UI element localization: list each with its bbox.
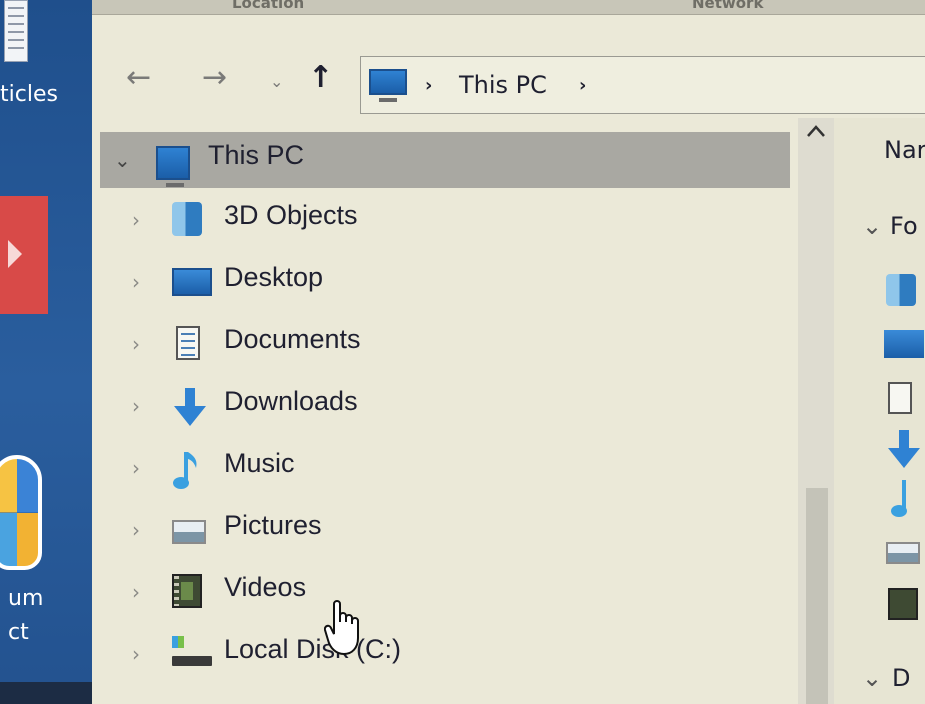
3d-objects-icon[interactable] [886, 274, 916, 306]
this-pc-icon [369, 69, 407, 102]
tree-item-music[interactable]: › Music [92, 440, 792, 496]
tree-item-label: Downloads [224, 386, 358, 416]
downloads-icon [174, 388, 206, 426]
shield-app-desktop-icon[interactable] [0, 455, 42, 570]
tree-item-label: 3D Objects [224, 200, 358, 230]
chevron-right-icon[interactable]: › [132, 580, 140, 604]
recent-locations-button[interactable]: ⌄ [270, 72, 283, 91]
tree-item-documents[interactable]: › Documents [92, 316, 792, 372]
tree-item-downloads[interactable]: › Downloads [92, 378, 792, 434]
chevron-right-icon[interactable]: › [132, 456, 140, 480]
up-button[interactable]: ↑ [308, 60, 333, 95]
tree-item-label: Documents [224, 324, 361, 354]
3d-objects-icon [172, 202, 202, 236]
devices-group-header[interactable]: D [892, 664, 910, 692]
tree-item-label: This PC [208, 140, 305, 170]
file-explorer-window: Location Network ← → ⌄ ↑ › This PC › ⌄ T… [92, 0, 925, 704]
taskbar-edge [0, 682, 92, 704]
ribbon-location-label[interactable]: Location [232, 0, 304, 12]
folders-group-header[interactable]: Fo [890, 212, 918, 240]
desktop-label-articles: ticles [0, 82, 58, 107]
desktop-background: ticles um ct [0, 0, 92, 704]
tree-item-label: Desktop [224, 262, 324, 292]
tree-item-desktop[interactable]: › Desktop [92, 254, 792, 310]
local-disk-icon [172, 636, 212, 666]
videos-icon [172, 574, 202, 608]
desktop-label-1: um [8, 586, 44, 611]
ribbon-network-label[interactable]: Network [692, 0, 763, 12]
music-icon[interactable] [890, 478, 920, 518]
desktop-folder-icon [172, 268, 212, 296]
name-column-header[interactable]: Nar [884, 136, 925, 164]
scroll-up-icon[interactable] [806, 124, 826, 138]
chevron-right-icon[interactable]: › [132, 394, 140, 418]
desktop-label-2: ct [8, 620, 29, 645]
tree-item-3d-objects[interactable]: › 3D Objects [92, 192, 792, 248]
tree-item-label: Music [224, 448, 295, 478]
chevron-right-icon[interactable]: › [132, 642, 140, 666]
forward-button[interactable]: → [202, 60, 227, 95]
tree-item-label: Local Disk (C:) [224, 634, 402, 664]
navigation-bar: ← → ⌄ ↑ › This PC › [92, 22, 925, 122]
breadcrumb-separator[interactable]: › [425, 75, 432, 96]
red-app-desktop-icon[interactable] [0, 196, 48, 314]
pictures-icon[interactable] [886, 542, 920, 564]
group-chevron-icon[interactable]: ⌄ [862, 212, 882, 240]
this-pc-icon [156, 146, 190, 187]
document-desktop-icon[interactable] [4, 0, 28, 62]
address-bar[interactable]: › This PC › [360, 56, 925, 114]
chevron-right-icon[interactable]: › [132, 208, 140, 232]
downloads-icon[interactable] [886, 430, 922, 470]
tree-item-this-pc[interactable]: ⌄ This PC [100, 132, 790, 188]
group-chevron-icon[interactable]: ⌄ [862, 664, 882, 692]
chevron-right-icon[interactable]: › [132, 518, 140, 542]
scrollbar-thumb[interactable] [806, 488, 828, 704]
documents-icon [176, 326, 200, 360]
videos-icon[interactable] [888, 588, 918, 620]
ribbon-strip: Location Network [92, 0, 925, 15]
tree-item-videos[interactable]: › Videos [92, 564, 792, 620]
navigation-pane-scrollbar[interactable] [798, 118, 834, 704]
tree-item-local-disk[interactable]: › Local Disk (C:) [92, 626, 792, 682]
content-pane: Nar ⌄ Fo ⌄ D [834, 118, 925, 704]
hand-pointer-cursor-icon [324, 600, 359, 656]
tree-item-pictures[interactable]: › Pictures [92, 502, 792, 558]
pictures-icon [172, 520, 206, 544]
navigation-pane: ⌄ This PC › 3D Objects › Desktop › Docum… [92, 128, 832, 704]
desktop-folder-icon[interactable] [884, 330, 924, 358]
chevron-down-icon[interactable]: ⌄ [114, 148, 131, 172]
tree-item-label: Pictures [224, 510, 322, 540]
breadcrumb-trailing-separator[interactable]: › [579, 75, 586, 96]
chevron-right-icon[interactable]: › [132, 270, 140, 294]
chevron-right-icon[interactable]: › [132, 332, 140, 356]
tree-item-label: Videos [224, 572, 307, 602]
breadcrumb-this-pc[interactable]: This PC [459, 71, 547, 99]
music-icon [173, 452, 197, 489]
back-button[interactable]: ← [126, 60, 151, 95]
documents-icon[interactable] [888, 382, 912, 414]
